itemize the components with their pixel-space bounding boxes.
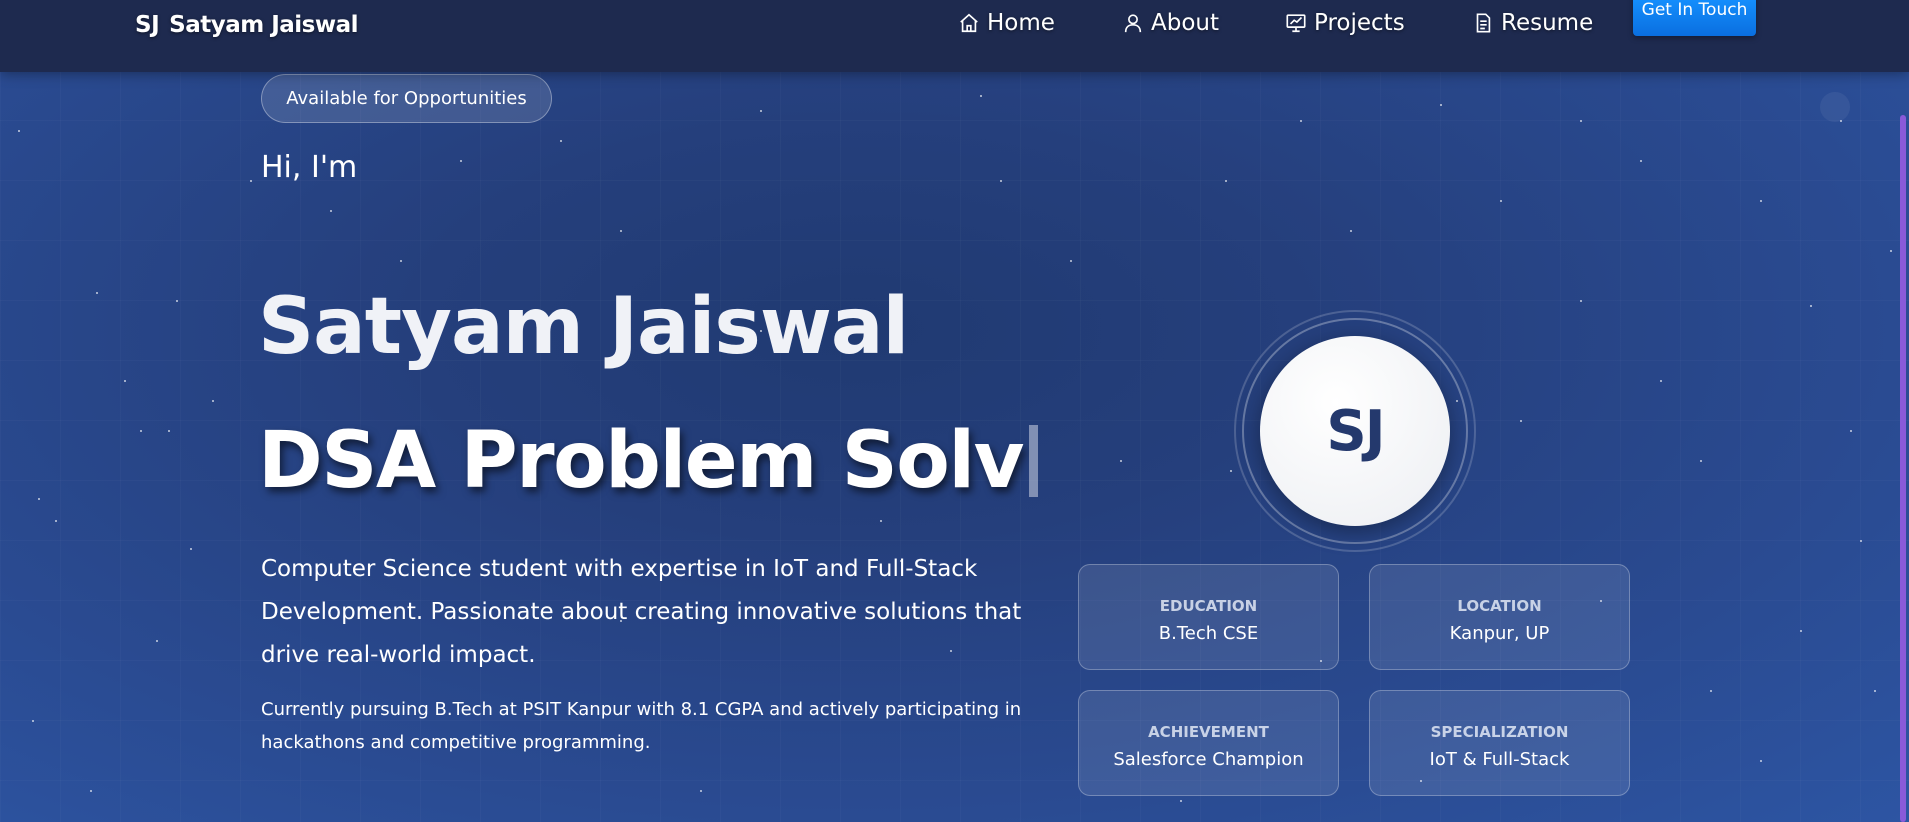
user-icon bbox=[1124, 14, 1142, 33]
star-dot bbox=[620, 230, 622, 232]
star-dot bbox=[880, 520, 882, 522]
star-dot bbox=[1580, 120, 1582, 122]
star-dot bbox=[1710, 690, 1712, 692]
star-dot bbox=[250, 180, 252, 182]
star-dot bbox=[460, 160, 462, 162]
nav-link-about[interactable]: About bbox=[1122, 10, 1219, 36]
star-dot bbox=[1070, 260, 1072, 262]
star-dot bbox=[1890, 250, 1892, 252]
star-dot bbox=[1180, 800, 1182, 802]
star-dot bbox=[1225, 180, 1227, 182]
nav-link-resume[interactable]: Resume bbox=[1472, 10, 1593, 36]
star-dot bbox=[1860, 540, 1862, 542]
star-dot bbox=[168, 430, 170, 432]
star-dot bbox=[1800, 630, 1802, 632]
top-navbar: SJ Satyam Jaiswal Home About Projects Re… bbox=[0, 0, 1909, 72]
avatar: SJ bbox=[1260, 336, 1450, 526]
hero-greeting: Hi, I'm bbox=[261, 150, 358, 185]
nav-link-resume-label: Resume bbox=[1501, 10, 1594, 36]
star-dot bbox=[560, 140, 562, 142]
star-dot bbox=[1640, 160, 1642, 162]
get-in-touch-button[interactable]: Get In Touch bbox=[1633, 0, 1756, 36]
star-dot bbox=[156, 640, 158, 642]
star-dot bbox=[400, 260, 402, 262]
typing-cursor bbox=[1028, 425, 1038, 497]
hero-name: Satyam Jaiswal bbox=[258, 282, 909, 372]
info-card-specialization: SPECIALIZATION IoT & Full-Stack bbox=[1369, 690, 1630, 796]
info-card-label: ACHIEVEMENT bbox=[1148, 723, 1269, 741]
nav-link-home-label: Home bbox=[987, 10, 1055, 36]
star-dot bbox=[1580, 300, 1582, 302]
nav-link-projects[interactable]: Projects bbox=[1285, 10, 1405, 36]
star-dot bbox=[176, 300, 178, 302]
nav-link-projects-label: Projects bbox=[1314, 10, 1405, 36]
star-dot bbox=[1760, 760, 1762, 762]
star-dot bbox=[1000, 180, 1002, 182]
star-dot bbox=[330, 210, 332, 212]
typed-role-text: DSA Problem Solv bbox=[258, 416, 1024, 506]
hero-description: Computer Science student with expertise … bbox=[261, 556, 1022, 668]
document-icon bbox=[1476, 13, 1491, 33]
info-card-label: EDUCATION bbox=[1159, 597, 1258, 615]
star-dot bbox=[1810, 305, 1812, 307]
star-dot bbox=[124, 380, 126, 382]
page-scrollbar[interactable] bbox=[1900, 115, 1906, 822]
info-card-value: IoT & Full-Stack bbox=[1429, 749, 1570, 770]
star-dot bbox=[1700, 460, 1702, 462]
brand-logo[interactable]: SJ Satyam Jaiswal bbox=[135, 12, 358, 38]
star-dot bbox=[18, 130, 20, 132]
info-card-education: EDUCATION B.Tech CSE bbox=[1078, 564, 1339, 670]
star-dot bbox=[38, 498, 40, 500]
star-dot bbox=[90, 790, 92, 792]
star-dot bbox=[1660, 380, 1662, 382]
info-card-value: B.Tech CSE bbox=[1158, 623, 1259, 644]
star-dot bbox=[1500, 200, 1502, 202]
availability-badge: Available for Opportunities bbox=[261, 74, 552, 123]
nav-link-home[interactable]: Home bbox=[958, 10, 1055, 36]
star-dot bbox=[1230, 470, 1232, 472]
info-card-label: SPECIALIZATION bbox=[1430, 723, 1569, 741]
info-card-value: Kanpur, UP bbox=[1449, 623, 1550, 644]
hero-typed-role: DSA Problem Solv bbox=[258, 416, 1038, 506]
star-dot bbox=[212, 400, 214, 402]
home-icon bbox=[960, 13, 978, 33]
star-dot bbox=[1760, 200, 1762, 202]
star-dot bbox=[1350, 230, 1352, 232]
star-dot bbox=[980, 95, 982, 97]
star-dot bbox=[32, 720, 34, 722]
nav-link-about-label: About bbox=[1151, 10, 1220, 36]
star-dot bbox=[1874, 690, 1876, 692]
star-dot bbox=[1120, 460, 1122, 462]
star-dot bbox=[190, 548, 192, 550]
brand-name: Satyam Jaiswal bbox=[169, 12, 358, 38]
info-card-value: Salesforce Champion bbox=[1113, 749, 1304, 770]
star-dot bbox=[140, 430, 142, 432]
star-dot bbox=[760, 110, 762, 112]
star-dot bbox=[96, 292, 98, 294]
info-card-achievement: ACHIEVEMENT Salesforce Champion bbox=[1078, 690, 1339, 796]
star-dot bbox=[1850, 430, 1852, 432]
decorative-orb bbox=[1820, 92, 1850, 122]
star-dot bbox=[55, 520, 57, 522]
presentation-icon bbox=[1286, 14, 1306, 33]
brand-initials: SJ bbox=[135, 12, 160, 38]
star-dot bbox=[1520, 420, 1522, 422]
hero-sub-description: Currently pursuing B.Tech at PSIT Kanpur… bbox=[261, 699, 1022, 753]
star-dot bbox=[1440, 104, 1442, 106]
info-card-location: LOCATION Kanpur, UP bbox=[1369, 564, 1630, 670]
star-dot bbox=[1300, 120, 1302, 122]
star-dot bbox=[700, 790, 702, 792]
info-card-label: LOCATION bbox=[1457, 597, 1542, 615]
